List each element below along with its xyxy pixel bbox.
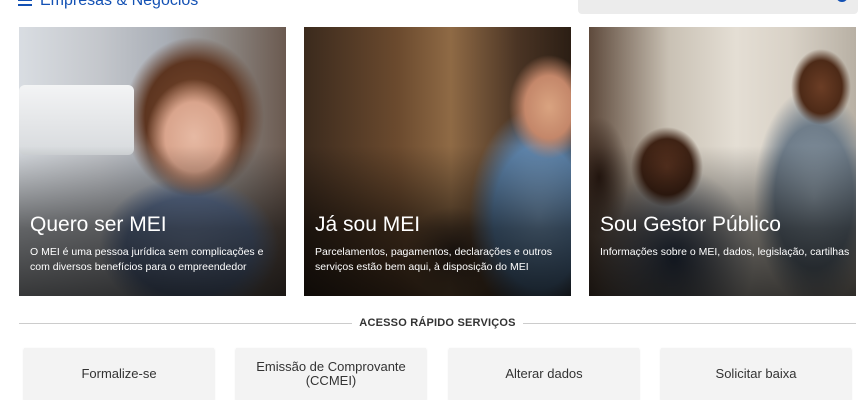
quick-access-heading: ACESSO RÁPIDO SERVIÇOS [19,313,856,333]
profile-cards: Quero ser MEI O MEI é uma pessoa jurídic… [19,27,856,296]
formalize-se-button[interactable]: Formalize-se [24,348,214,400]
card-description: Parcelamentos, pagamentos, declarações e… [315,246,552,273]
card-title: Quero ser MEI [30,213,167,236]
top-header: Empresas & Negócios [0,0,860,18]
search-icon[interactable] [836,0,848,2]
card-description: Informações sobre o MEI, dados, legislaç… [600,246,850,258]
emissao-comprovante-button[interactable]: Emissão de Comprovante (CCMEI) [236,348,426,400]
quick-access-buttons: Formalize-se Emissão de Comprovante (CCM… [0,348,860,400]
card-description: O MEI é uma pessoa jurídica sem complica… [30,246,264,273]
card-sou-gestor-publico[interactable]: Sou Gestor Público Informações sobre o M… [589,27,856,296]
hamburger-menu-icon[interactable] [18,0,32,8]
site-title[interactable]: Empresas & Negócios [40,0,198,10]
card-title: Sou Gestor Público [600,213,781,236]
card-quero-ser-mei[interactable]: Quero ser MEI O MEI é uma pessoa jurídic… [19,27,286,296]
solicitar-baixa-button[interactable]: Solicitar baixa [661,348,851,400]
divider [523,323,856,324]
alterar-dados-button[interactable]: Alterar dados [449,348,639,400]
search-input[interactable] [578,0,858,14]
card-title: Já sou MEI [315,213,421,236]
card-ja-sou-mei[interactable]: Já sou MEI Parcelamentos, pagamentos, de… [304,27,571,296]
sewing-machine-shape [19,85,134,155]
